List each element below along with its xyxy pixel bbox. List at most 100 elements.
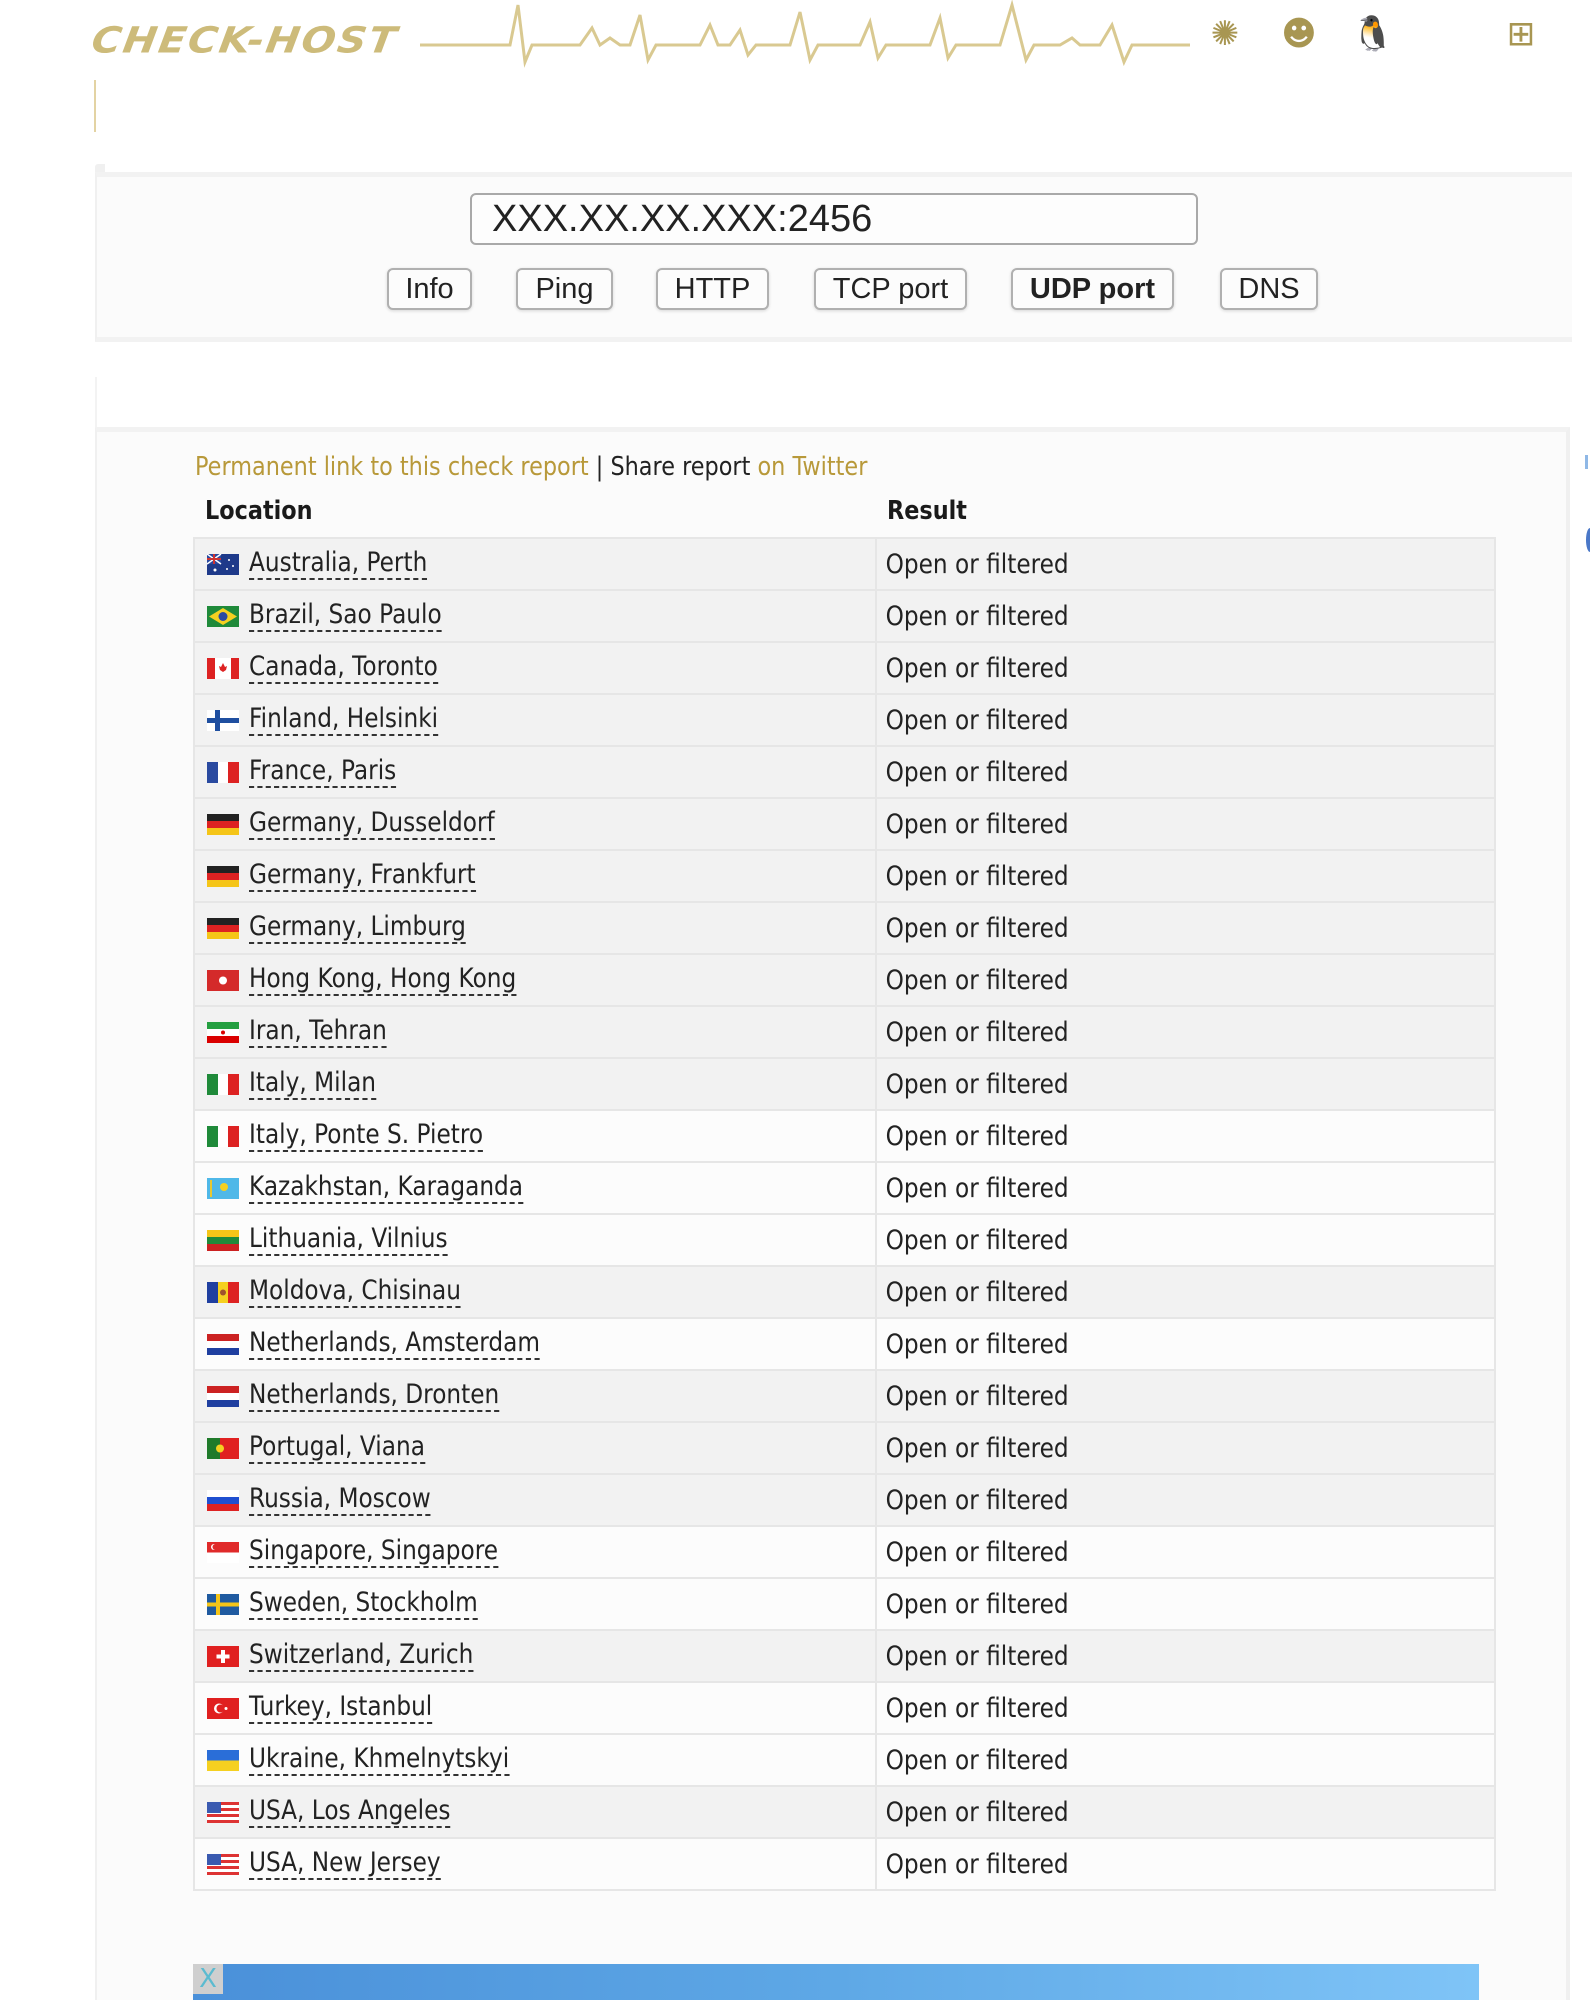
table-row: Kazakhstan, Karaganda Open or filtered bbox=[193, 1161, 1496, 1215]
result-text: Open or filtered bbox=[885, 548, 1069, 580]
results-table: Australia, Perth Open or filtered Brazil, … bbox=[193, 537, 1496, 1891]
location-link[interactable]: Hong Kong, Hong Kong bbox=[249, 964, 517, 996]
location-link[interactable]: Kazakhstan, Karaganda bbox=[249, 1172, 524, 1204]
location-link[interactable]: USA, New Jersey bbox=[249, 1848, 441, 1880]
result-text: Open or filtered bbox=[885, 1536, 1069, 1568]
twitter-link[interactable]: on Twitter bbox=[757, 452, 867, 482]
location-link[interactable]: Germany, Limburg bbox=[249, 912, 466, 944]
linux-icon[interactable]: 🐧 bbox=[1352, 14, 1394, 54]
location-link[interactable]: France, Paris bbox=[249, 756, 397, 788]
side-share-icons[interactable] bbox=[1585, 440, 1590, 560]
location-cell: Germany, Dusseldorf bbox=[193, 797, 877, 851]
location-link[interactable]: Sweden, Stockholm bbox=[249, 1588, 478, 1620]
flag-ch-icon bbox=[207, 1645, 239, 1667]
result-text: Open or filtered bbox=[885, 704, 1069, 736]
result-text: Open or filtered bbox=[885, 1588, 1069, 1620]
result-cell: Open or filtered bbox=[875, 1265, 1496, 1319]
location-link[interactable]: Netherlands, Amsterdam bbox=[249, 1328, 541, 1360]
result-text: Open or filtered bbox=[885, 652, 1069, 684]
tool-button-udp-port[interactable]: UDP port bbox=[1011, 268, 1174, 310]
location-link[interactable]: Germany, Frankfurt bbox=[249, 860, 476, 892]
result-cell: Open or filtered bbox=[875, 797, 1496, 851]
result-cell: Open or filtered bbox=[875, 1161, 1496, 1215]
location-link[interactable]: Moldova, Chisinau bbox=[249, 1276, 461, 1308]
location-cell: Australia, Perth bbox=[193, 537, 877, 591]
location-link[interactable]: USA, Los Angeles bbox=[249, 1796, 451, 1828]
location-link[interactable]: Italy, Milan bbox=[249, 1068, 377, 1100]
tool-button-http[interactable]: HTTP bbox=[656, 268, 769, 310]
windows-icon[interactable]: ⊞ bbox=[1501, 14, 1541, 54]
flag-kz-icon bbox=[207, 1177, 239, 1199]
location-link[interactable]: Switzerland, Zurich bbox=[249, 1640, 474, 1672]
result-cell: Open or filtered bbox=[875, 1473, 1496, 1527]
flag-us-icon bbox=[207, 1853, 239, 1875]
table-row: Moldova, Chisinau Open or filtered bbox=[193, 1265, 1496, 1319]
ad-banner[interactable]: X bbox=[193, 1964, 1479, 2000]
location-cell: Canada, Toronto bbox=[193, 641, 877, 695]
table-row: Netherlands, Amsterdam Open or filtered bbox=[193, 1317, 1496, 1371]
location-link[interactable]: Lithuania, Vilnius bbox=[249, 1224, 448, 1256]
result-cell: Open or filtered bbox=[875, 641, 1496, 695]
location-link[interactable]: Italy, Ponte S. Pietro bbox=[249, 1120, 484, 1152]
location-link[interactable]: Germany, Dusseldorf bbox=[249, 808, 495, 840]
location-link[interactable]: Portugal, Viana bbox=[249, 1432, 425, 1464]
site-logo[interactable]: CHECK-HOST bbox=[89, 20, 401, 61]
apple-icon[interactable] bbox=[1427, 14, 1467, 54]
result-cell: Open or filtered bbox=[875, 1369, 1496, 1423]
location-cell: Germany, Frankfurt bbox=[193, 849, 877, 903]
tool-button-info[interactable]: Info bbox=[387, 268, 472, 310]
flag-nl-icon bbox=[207, 1333, 239, 1355]
permanent-link[interactable]: Permanent link to this check report bbox=[195, 452, 589, 482]
location-link[interactable]: Australia, Perth bbox=[249, 548, 428, 580]
location-cell: Moldova, Chisinau bbox=[193, 1265, 877, 1319]
location-cell: Kazakhstan, Karaganda bbox=[193, 1161, 877, 1215]
result-text: Open or filtered bbox=[885, 1432, 1069, 1464]
location-cell: Netherlands, Amsterdam bbox=[193, 1317, 877, 1371]
table-row: Italy, Milan Open or filtered bbox=[193, 1057, 1496, 1111]
openbsd-icon[interactable]: ✺ bbox=[1205, 14, 1245, 54]
location-link[interactable]: Turkey, Istanbul bbox=[249, 1692, 433, 1724]
result-text: Open or filtered bbox=[885, 1380, 1069, 1412]
result-cell: Open or filtered bbox=[875, 1213, 1496, 1267]
location-cell: Iran, Tehran bbox=[193, 1005, 877, 1059]
close-icon[interactable]: X bbox=[193, 1964, 223, 1994]
table-row: Russia, Moscow Open or filtered bbox=[193, 1473, 1496, 1527]
table-row: Switzerland, Zurich Open or filtered bbox=[193, 1629, 1496, 1683]
table-row: Italy, Ponte S. Pietro Open or filtered bbox=[193, 1109, 1496, 1163]
result-text: Open or filtered bbox=[885, 756, 1069, 788]
table-row: USA, New Jersey Open or filtered bbox=[193, 1837, 1496, 1891]
result-text: Open or filtered bbox=[885, 1068, 1069, 1100]
location-link[interactable]: Canada, Toronto bbox=[249, 652, 438, 684]
result-cell: Open or filtered bbox=[875, 953, 1496, 1007]
location-cell: Germany, Limburg bbox=[193, 901, 877, 955]
freebsd-icon[interactable]: ☻ bbox=[1279, 14, 1319, 54]
tool-button-dns[interactable]: DNS bbox=[1220, 268, 1318, 310]
flag-ir-icon bbox=[207, 1021, 239, 1043]
result-cell: Open or filtered bbox=[875, 1629, 1496, 1683]
flag-it-icon bbox=[207, 1125, 239, 1147]
result-text: Open or filtered bbox=[885, 808, 1069, 840]
tool-button-ping[interactable]: Ping bbox=[516, 268, 613, 310]
result-cell: Open or filtered bbox=[875, 1525, 1496, 1579]
result-text: Open or filtered bbox=[885, 1692, 1069, 1724]
location-cell: Finland, Helsinki bbox=[193, 693, 877, 747]
location-link[interactable]: Finland, Helsinki bbox=[249, 704, 439, 736]
tool-button-tcp-port[interactable]: TCP port bbox=[814, 268, 967, 310]
location-link[interactable]: Russia, Moscow bbox=[249, 1484, 431, 1516]
table-row: Finland, Helsinki Open or filtered bbox=[193, 693, 1496, 747]
location-link[interactable]: Netherlands, Dronten bbox=[249, 1380, 500, 1412]
location-link[interactable]: Ukraine, Khmelnytskyi bbox=[249, 1744, 510, 1776]
table-row: Germany, Limburg Open or filtered bbox=[193, 901, 1496, 955]
flag-se-icon bbox=[207, 1593, 239, 1615]
table-row: Sweden, Stockholm Open or filtered bbox=[193, 1577, 1496, 1631]
location-cell: Italy, Milan bbox=[193, 1057, 877, 1111]
table-row: Australia, Perth Open or filtered bbox=[193, 537, 1496, 591]
location-link[interactable]: Brazil, Sao Paulo bbox=[249, 600, 442, 632]
location-link[interactable]: Iran, Tehran bbox=[249, 1016, 387, 1048]
flag-de-icon bbox=[207, 813, 239, 835]
result-cell: Open or filtered bbox=[875, 1317, 1496, 1371]
host-input[interactable]: XXX.XX.XX.XXX:2456 bbox=[470, 193, 1198, 245]
location-link[interactable]: Singapore, Singapore bbox=[249, 1536, 499, 1568]
result-cell: Open or filtered bbox=[875, 901, 1496, 955]
result-cell: Open or filtered bbox=[875, 1681, 1496, 1735]
